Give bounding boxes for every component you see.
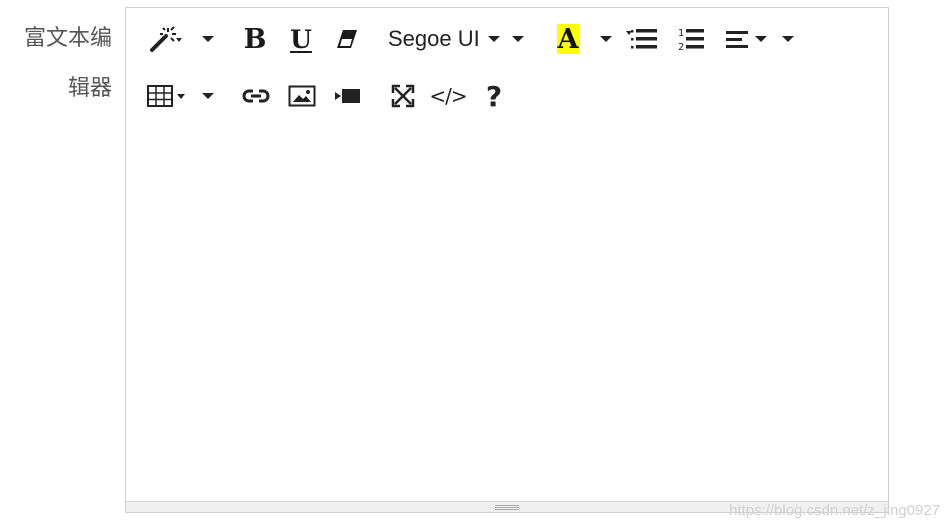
code-icon: </> xyxy=(429,84,467,108)
font-color-button[interactable]: A xyxy=(554,21,582,57)
table-dropdown-button[interactable] xyxy=(140,78,190,114)
page: 富文本编辑器 B U Segoe UI A 1 2 </> ? https://… xyxy=(0,0,948,527)
underline-icon: U xyxy=(290,24,312,54)
font-family-extra-caret[interactable] xyxy=(508,21,528,57)
svg-text:2: 2 xyxy=(678,42,684,52)
insert-video-button[interactable] xyxy=(332,78,364,114)
bold-button[interactable]: B xyxy=(240,21,270,57)
clear-format-button[interactable] xyxy=(332,21,362,57)
link-icon xyxy=(242,89,270,103)
chevron-down-icon xyxy=(755,36,767,42)
font-color-caret[interactable] xyxy=(596,21,616,57)
insert-link-button[interactable] xyxy=(240,78,272,114)
numbered-list-icon: 1 2 xyxy=(678,28,704,52)
fullscreen-button[interactable] xyxy=(388,78,418,114)
image-icon xyxy=(288,85,316,107)
chevron-down-icon xyxy=(782,36,794,42)
font-color-icon: A xyxy=(556,23,580,55)
chevron-down-icon xyxy=(202,36,214,42)
video-camera-icon xyxy=(335,89,360,103)
watermark: https://blog.csdn.net/z_jing0927 xyxy=(729,502,940,519)
chevron-down-icon xyxy=(487,36,500,42)
paragraph-align-caret[interactable] xyxy=(778,21,798,57)
chevron-down-icon xyxy=(512,36,524,42)
paragraph-align-dropdown[interactable] xyxy=(722,21,770,57)
chevron-down-icon xyxy=(600,36,612,42)
table-dropdown-caret[interactable] xyxy=(198,78,218,114)
font-family-dropdown[interactable]: Segoe UI xyxy=(388,21,504,57)
help-button[interactable]: ? xyxy=(482,78,506,114)
font-family-value: Segoe UI xyxy=(388,26,480,51)
chevron-down-icon xyxy=(202,93,214,99)
align-left-icon xyxy=(726,31,748,48)
eraser-icon xyxy=(337,30,357,48)
underline-button[interactable]: U xyxy=(286,21,316,57)
editor-toolbar: B U Segoe UI A 1 2 </> ? xyxy=(126,8,888,124)
expand-icon xyxy=(391,84,415,108)
unordered-list-button[interactable] xyxy=(624,21,660,57)
editor-content-area[interactable] xyxy=(126,124,888,502)
grip-icon xyxy=(495,504,519,510)
style-dropdown-button[interactable] xyxy=(140,21,190,57)
field-label: 富文本编辑器 xyxy=(23,26,112,101)
bold-icon: B xyxy=(243,23,267,55)
question-mark-icon: ? xyxy=(485,79,503,113)
insert-image-button[interactable] xyxy=(286,78,318,114)
ordered-list-button[interactable]: 1 2 xyxy=(676,21,706,57)
rich-text-editor: B U Segoe UI A 1 2 </> ? xyxy=(125,7,889,513)
svg-text:1: 1 xyxy=(678,28,684,39)
table-icon xyxy=(147,85,185,107)
magic-wand-icon xyxy=(150,26,182,52)
style-dropdown-caret[interactable] xyxy=(198,21,218,57)
code-view-button[interactable]: </> xyxy=(428,78,468,114)
bullet-list-icon xyxy=(626,29,657,49)
